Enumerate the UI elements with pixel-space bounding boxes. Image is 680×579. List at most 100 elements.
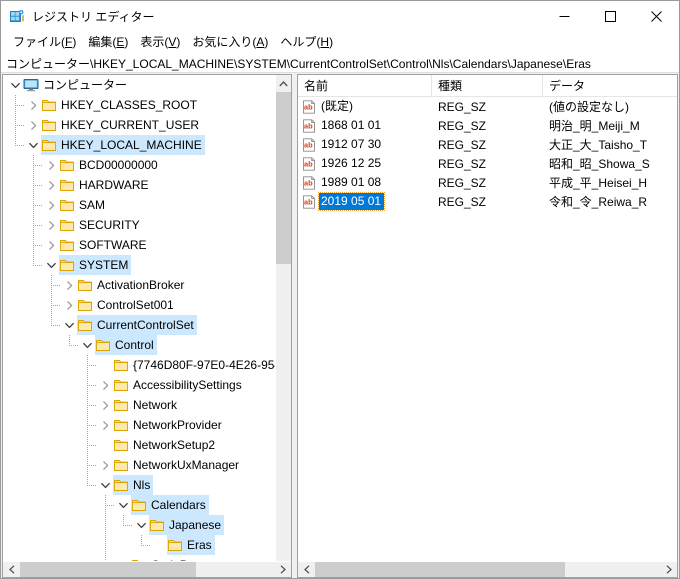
column-header-data[interactable]: データ — [543, 75, 677, 96]
chevron-right-icon[interactable] — [115, 555, 131, 561]
tree-node-controlset001[interactable]: ControlSet001 — [3, 295, 275, 315]
tree-node-content[interactable]: SYSTEM — [59, 255, 132, 275]
chevron-right-icon[interactable] — [43, 215, 59, 235]
chevron-right-icon[interactable] — [97, 415, 113, 435]
value-name-cell[interactable]: ab 2019 05 01 — [298, 192, 432, 211]
maximize-button[interactable] — [587, 1, 633, 32]
tree-node-calendars[interactable]: Calendars — [3, 495, 275, 515]
tree-scroll-left-arrow[interactable] — [3, 562, 20, 577]
tree-node-[interactable]: コンピューター — [3, 75, 275, 95]
value-row[interactable]: ab 1868 01 01 REG_SZ 明治_明_Meiji_M — [298, 116, 677, 135]
tree-node-content[interactable]: AccessibilitySettings — [113, 375, 245, 395]
tree-node-networksetup2[interactable]: NetworkSetup2 — [3, 435, 275, 455]
tree-node-networkprovider[interactable]: NetworkProvider — [3, 415, 275, 435]
chevron-down-icon[interactable] — [61, 315, 77, 335]
tree-node-content[interactable]: ControlSet001 — [77, 295, 177, 315]
tree-node-content[interactable]: CurrentControlSet — [77, 315, 197, 335]
value-row[interactable]: ab 1989 01 08 REG_SZ 平成_平_Heisei_H — [298, 173, 677, 192]
chevron-down-icon[interactable] — [43, 255, 59, 275]
value-name-cell[interactable]: ab 1926 12 25 — [298, 154, 432, 173]
menu-help[interactable]: ヘルプ(H) — [274, 33, 339, 52]
values-scroll-right-arrow[interactable] — [660, 562, 677, 577]
tree-scroll-thumb[interactable] — [276, 92, 291, 264]
tree-node-network[interactable]: Network — [3, 395, 275, 415]
tree-node-content[interactable]: SOFTWARE — [59, 235, 150, 255]
tree-node-content[interactable]: {7746D80F-97E0-4E26-9543- — [113, 355, 275, 375]
value-row[interactable]: ab 1926 12 25 REG_SZ 昭和_昭_Showa_S — [298, 154, 677, 173]
tree-node-software[interactable]: SOFTWARE — [3, 235, 275, 255]
chevron-right-icon[interactable] — [25, 95, 41, 115]
tree-node-bcd00000000[interactable]: BCD00000000 — [3, 155, 275, 175]
tree-node-content[interactable]: NetworkUxManager — [113, 455, 242, 475]
chevron-right-icon[interactable] — [43, 195, 59, 215]
chevron-right-icon[interactable] — [43, 155, 59, 175]
chevron-right-icon[interactable] — [97, 375, 113, 395]
menu-view[interactable]: 表示(V) — [134, 33, 186, 52]
value-name-cell[interactable]: ab 1868 01 01 — [298, 116, 432, 135]
tree-node-networkuxmanager[interactable]: NetworkUxManager — [3, 455, 275, 475]
tree-scroll-up-arrow[interactable] — [276, 75, 291, 92]
chevron-down-icon[interactable] — [97, 475, 113, 495]
tree-node-content[interactable]: Nls — [113, 475, 154, 495]
tree-node-7746d80f-97e0-4e26-9543[interactable]: {7746D80F-97E0-4E26-9543- — [3, 355, 275, 375]
tree-node-system[interactable]: SYSTEM — [3, 255, 275, 275]
tree-node-content[interactable]: NetworkProvider — [113, 415, 225, 435]
tree-node-content[interactable]: Calendars — [131, 495, 209, 515]
value-row[interactable]: ab 1912 07 30 REG_SZ 大正_大_Taisho_T — [298, 135, 677, 154]
chevron-right-icon[interactable] — [43, 235, 59, 255]
tree-node-content[interactable]: Network — [113, 395, 180, 415]
menu-favorites[interactable]: お気に入り(A) — [186, 33, 274, 52]
chevron-down-icon[interactable] — [133, 515, 149, 535]
tree-node-content[interactable]: BCD00000000 — [59, 155, 161, 175]
tree-node-content[interactable]: HARDWARE — [59, 175, 152, 195]
tree-node-japanese[interactable]: Japanese — [3, 515, 275, 535]
tree-node-content[interactable]: SAM — [59, 195, 108, 215]
values-hscroll-track[interactable] — [315, 562, 660, 577]
tree-node-content[interactable]: HKEY_LOCAL_MACHINE — [41, 135, 205, 155]
tree-node-hkey-current-user[interactable]: HKEY_CURRENT_USER — [3, 115, 275, 135]
tree-scroll-right-arrow[interactable] — [274, 562, 291, 577]
tree-node-content[interactable]: Control — [95, 335, 157, 355]
tree-node-content[interactable]: ActivationBroker — [77, 275, 187, 295]
tree-node-content[interactable]: HKEY_CLASSES_ROOT — [41, 95, 200, 115]
tree-hscroll-track[interactable] — [20, 562, 274, 577]
tree-node-nls[interactable]: Nls — [3, 475, 275, 495]
tree-node-content[interactable]: Eras — [167, 535, 215, 555]
minimize-button[interactable] — [541, 1, 587, 32]
tree-node-accessibilitysettings[interactable]: AccessibilitySettings — [3, 375, 275, 395]
tree-node-codepage[interactable]: CodePage — [3, 555, 275, 561]
values-hscroll-thumb[interactable] — [315, 562, 565, 577]
chevron-right-icon[interactable] — [97, 455, 113, 475]
column-header-type[interactable]: 種類 — [432, 75, 543, 96]
tree-node-eras[interactable]: Eras — [3, 535, 275, 555]
close-button[interactable] — [633, 1, 679, 32]
tree-node-control[interactable]: Control — [3, 335, 275, 355]
tree-node-content[interactable]: SECURITY — [59, 215, 143, 235]
tree-view[interactable]: コンピューター HKEY_CLASSES_ROOT HKEY_CURRENT_USE… — [3, 75, 275, 561]
chevron-right-icon[interactable] — [61, 275, 77, 295]
value-name-cell[interactable]: ab (既定) — [298, 97, 432, 116]
tree-node-content[interactable]: CodePage — [131, 555, 211, 561]
chevron-down-icon[interactable] — [7, 75, 23, 95]
values-horizontal-scrollbar[interactable] — [298, 561, 677, 577]
menu-file[interactable]: ファイル(F) — [7, 33, 82, 52]
tree-hscroll-thumb[interactable] — [20, 562, 196, 577]
values-scroll-left-arrow[interactable] — [298, 562, 315, 577]
tree-node-activationbroker[interactable]: ActivationBroker — [3, 275, 275, 295]
chevron-down-icon[interactable] — [25, 135, 41, 155]
tree-node-hkey-classes-root[interactable]: HKEY_CLASSES_ROOT — [3, 95, 275, 115]
tree-node-content[interactable]: HKEY_CURRENT_USER — [41, 115, 202, 135]
tree-node-content[interactable]: Japanese — [149, 515, 225, 535]
tree-horizontal-scrollbar[interactable] — [3, 561, 291, 577]
values-list[interactable]: ab (既定) REG_SZ (値の設定なし) ab 1868 01 01 REG_SZ 明治… — [298, 97, 677, 561]
chevron-right-icon[interactable] — [43, 175, 59, 195]
tree-scroll-track[interactable] — [276, 92, 291, 561]
address-bar[interactable]: コンピューター\HKEY_LOCAL_MACHINE\SYSTEM\Curren… — [1, 53, 679, 73]
tree-node-content[interactable]: NetworkSetup2 — [113, 435, 218, 455]
tree-node-currentcontrolset[interactable]: CurrentControlSet — [3, 315, 275, 335]
tree-node-sam[interactable]: SAM — [3, 195, 275, 215]
value-row[interactable]: ab 2019 05 01 REG_SZ 令和_令_Reiwa_R — [298, 192, 677, 211]
tree-node-content[interactable]: コンピューター — [23, 75, 130, 95]
menu-edit[interactable]: 編集(E) — [82, 33, 134, 52]
column-header-name[interactable]: 名前 — [298, 75, 432, 96]
